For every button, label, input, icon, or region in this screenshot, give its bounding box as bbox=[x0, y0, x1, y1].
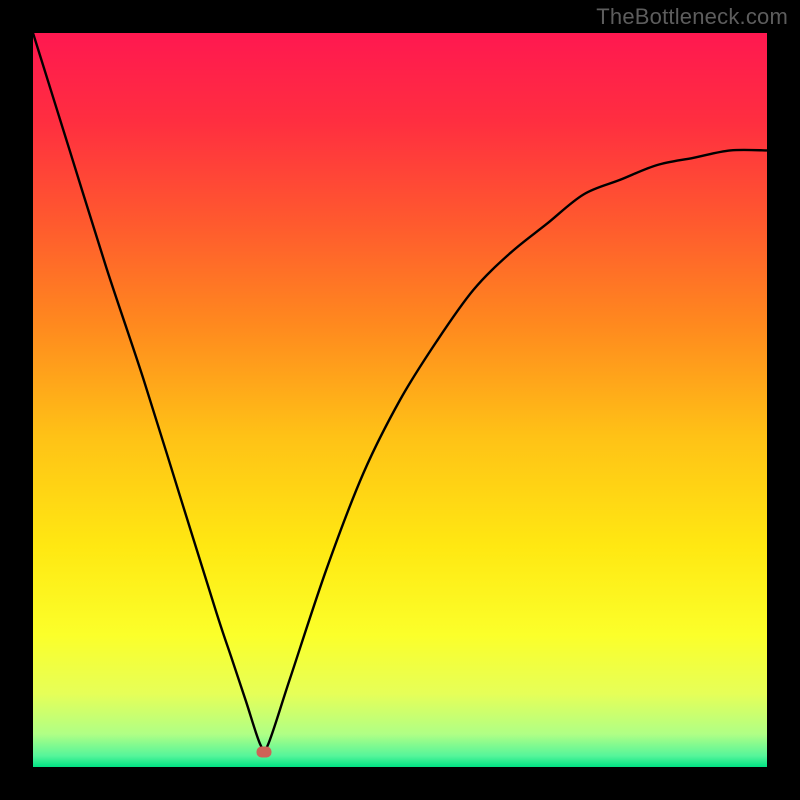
plot-area bbox=[33, 33, 767, 767]
optimal-point-marker bbox=[257, 747, 272, 758]
bottleneck-curve bbox=[33, 33, 767, 767]
chart-frame: TheBottleneck.com bbox=[0, 0, 800, 800]
attribution-label: TheBottleneck.com bbox=[596, 4, 788, 30]
